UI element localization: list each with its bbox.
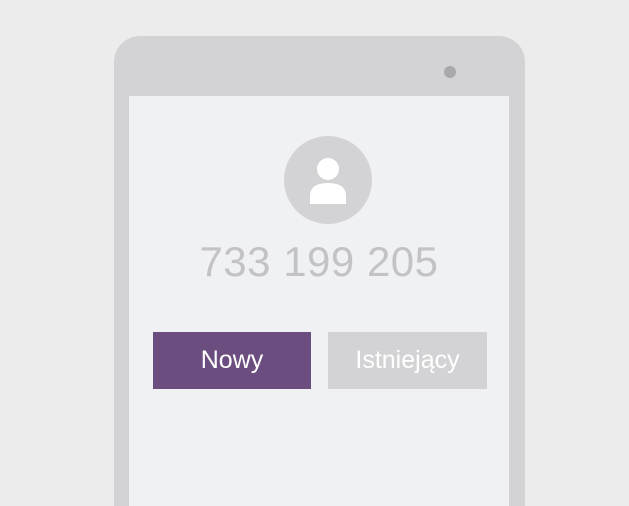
phone-number: 733 199 205 <box>199 238 439 285</box>
new-contact-button[interactable]: Nowy <box>153 332 311 389</box>
user-icon <box>284 136 372 224</box>
avatar-svg <box>310 158 346 204</box>
camera-icon <box>444 66 456 78</box>
phone-frame: 733 199 205 Nowy Istniejący <box>114 36 525 506</box>
existing-contact-button[interactable]: Istniejący <box>328 332 487 389</box>
phone-screen: 733 199 205 Nowy Istniejący <box>129 96 509 506</box>
